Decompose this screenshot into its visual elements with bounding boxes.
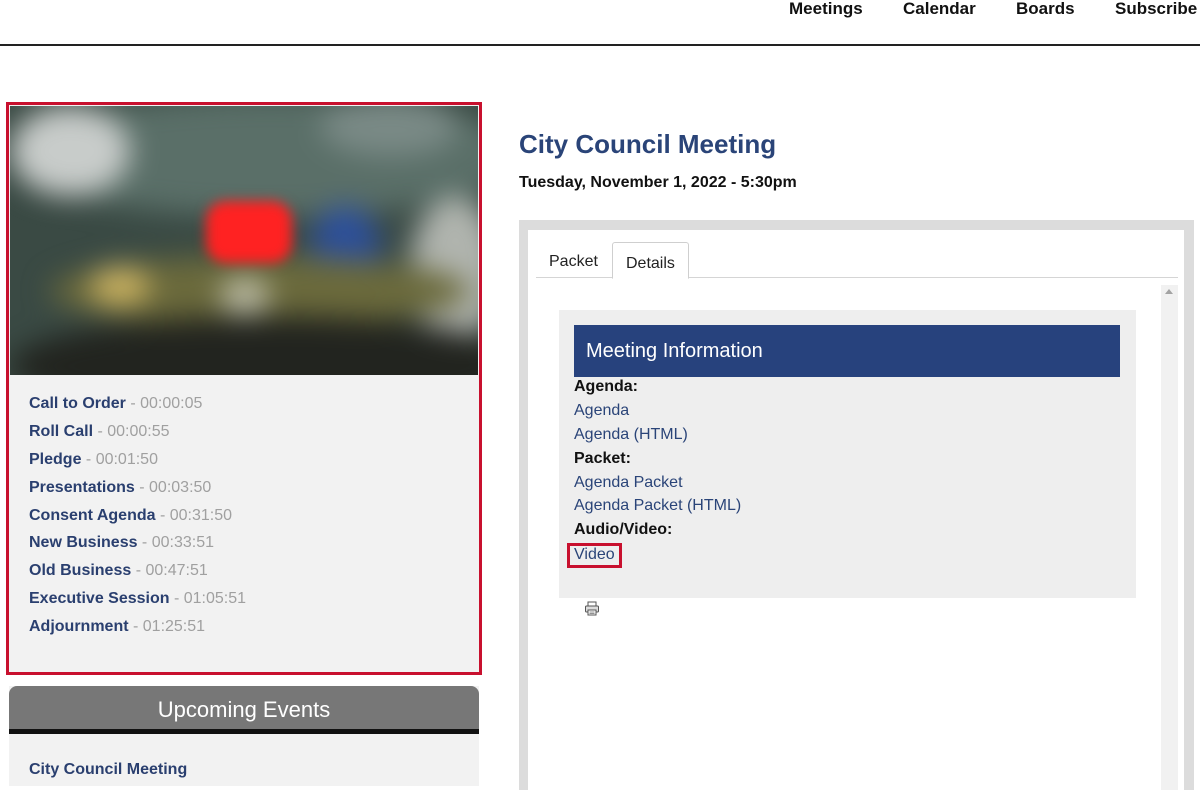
chapter-link[interactable]: Executive Session bbox=[29, 590, 170, 607]
chapter-link[interactable]: Call to Order bbox=[29, 395, 126, 412]
tab-bar: Packet Details bbox=[536, 236, 1178, 279]
chapter-item: Adjournment - 01:25:51 bbox=[29, 618, 246, 646]
chapter-time: - 00:00:55 bbox=[93, 422, 170, 440]
upcoming-events: Upcoming Events City Council Meeting bbox=[9, 686, 479, 786]
top-navigation: Meetings Calendar Boards Subscribe bbox=[0, 0, 1200, 46]
agenda-label: Agenda: bbox=[574, 378, 638, 395]
upcoming-event-link[interactable]: City Council Meeting bbox=[29, 761, 187, 779]
chapter-link[interactable]: Adjournment bbox=[29, 618, 129, 635]
meeting-date: Tuesday, November 1, 2022 - 5:30pm bbox=[519, 174, 797, 191]
agenda-link[interactable]: Agenda bbox=[574, 402, 629, 420]
scrollbar[interactable] bbox=[1161, 285, 1178, 790]
agenda-packet-html-link[interactable]: Agenda Packet (HTML) bbox=[574, 497, 741, 515]
meeting-details-frame: Packet Details Meeting Information Agend… bbox=[528, 230, 1184, 790]
tab-packet[interactable]: Packet bbox=[536, 246, 611, 278]
nav-calendar[interactable]: Calendar bbox=[903, 0, 976, 19]
chapter-item: Call to Order - 00:00:05 bbox=[29, 395, 246, 423]
nav-boards[interactable]: Boards bbox=[1016, 0, 1075, 19]
packet-label: Packet: bbox=[574, 449, 631, 467]
video-panel: Call to Order - 00:00:05 Roll Call - 00:… bbox=[6, 102, 482, 675]
chapter-time: - 01:05:51 bbox=[169, 590, 247, 608]
chapter-time: - 00:31:50 bbox=[155, 506, 233, 524]
chapter-item: Roll Call - 00:00:55 bbox=[29, 423, 246, 451]
chapter-item: New Business - 00:33:51 bbox=[29, 534, 246, 562]
chapter-item: Pledge - 00:01:50 bbox=[29, 451, 246, 479]
chapter-link[interactable]: Old Business bbox=[29, 562, 131, 579]
audio-video-label: Audio/Video: bbox=[574, 521, 673, 539]
scroll-up-arrow-icon[interactable] bbox=[1165, 289, 1173, 294]
meeting-info-panel: Meeting Information Agenda: Agenda Agend… bbox=[559, 310, 1136, 598]
video-player[interactable] bbox=[10, 106, 478, 375]
chapter-link[interactable]: New Business bbox=[29, 534, 137, 551]
chapter-time: - 00:01:50 bbox=[81, 450, 158, 468]
chapter-link[interactable]: Presentations bbox=[29, 479, 135, 496]
chapter-item: Executive Session - 01:05:51 bbox=[29, 590, 246, 618]
chapter-time: - 01:25:51 bbox=[128, 618, 206, 636]
meeting-info-heading: Meeting Information bbox=[574, 325, 1120, 377]
nav-meetings[interactable]: Meetings bbox=[789, 0, 863, 19]
tab-details[interactable]: Details bbox=[612, 242, 689, 279]
agenda-html-link[interactable]: Agenda (HTML) bbox=[574, 426, 688, 444]
chapter-item: Presentations - 00:03:50 bbox=[29, 479, 246, 507]
chapter-link[interactable]: Pledge bbox=[29, 451, 81, 468]
page-title: City Council Meeting bbox=[519, 129, 777, 159]
printer-icon[interactable] bbox=[584, 601, 600, 616]
chapter-list: Call to Order - 00:00:05 Roll Call - 00:… bbox=[29, 395, 246, 646]
chapter-time: - 00:33:51 bbox=[137, 534, 214, 552]
chapter-item: Consent Agenda - 00:31:50 bbox=[29, 507, 246, 535]
video-link[interactable]: Video bbox=[567, 543, 622, 569]
upcoming-events-title: Upcoming Events bbox=[9, 686, 479, 734]
agenda-packet-link[interactable]: Agenda Packet bbox=[574, 474, 683, 492]
meeting-details-container: Packet Details Meeting Information Agend… bbox=[519, 220, 1194, 790]
chapter-time: - 00:00:05 bbox=[125, 395, 203, 412]
chapter-link[interactable]: Consent Agenda bbox=[29, 507, 156, 524]
chapter-link[interactable]: Roll Call bbox=[29, 423, 93, 440]
chapter-item: Old Business - 00:47:51 bbox=[29, 562, 246, 590]
chapter-time: - 00:47:51 bbox=[131, 562, 208, 580]
nav-subscribe[interactable]: Subscribe bbox=[1115, 0, 1197, 19]
chapter-time: - 00:03:50 bbox=[134, 478, 212, 496]
play-icon[interactable] bbox=[206, 201, 292, 263]
meeting-info-body: Agenda: Agenda Agenda (HTML) Packet: Age… bbox=[567, 378, 741, 569]
